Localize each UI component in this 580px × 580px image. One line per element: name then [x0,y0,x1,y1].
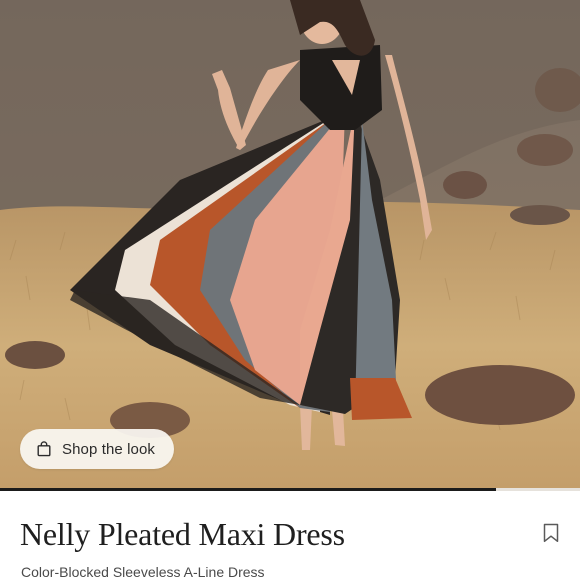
bookmark-button[interactable] [540,522,562,544]
image-progress-fill [0,488,496,491]
shop-the-look-button[interactable]: Shop the look [20,429,174,469]
bookmark-icon [543,523,559,543]
hero-product-photo [0,0,580,490]
product-subtitle: Color-Blocked Sleeveless A-Line Dress [21,564,265,580]
hero-photo-illustration [0,0,580,490]
shop-the-look-label: Shop the look [62,440,156,458]
product-title: Nelly Pleated Maxi Dress [20,516,345,552]
shopping-bag-icon [36,441,52,457]
image-progress-bar [0,488,580,491]
